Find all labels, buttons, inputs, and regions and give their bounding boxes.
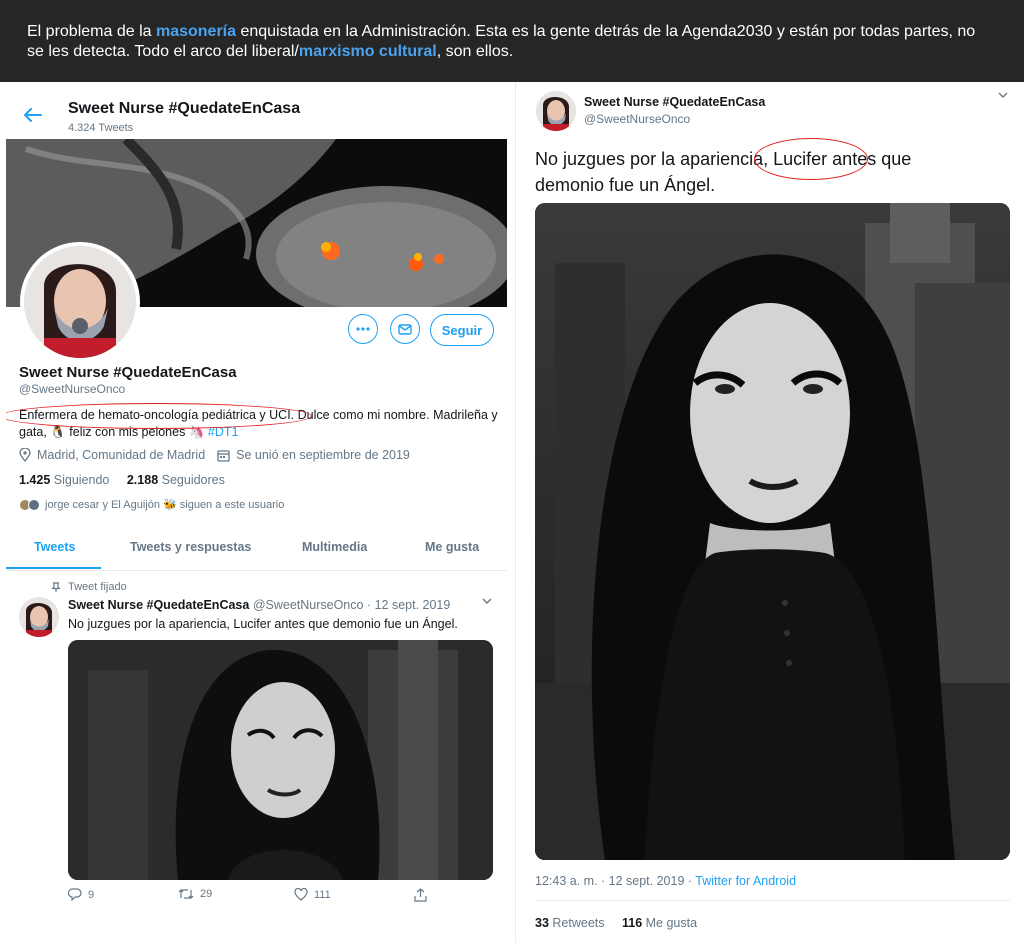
location-pin-icon xyxy=(19,448,31,462)
followers-count: 2.188 xyxy=(126,473,159,487)
profile-avatar[interactable] xyxy=(20,242,140,362)
caption-highlight-marxismo: marxismo cultural xyxy=(298,43,437,60)
share-action[interactable] xyxy=(414,888,427,902)
tweet-detail-source[interactable]: Twitter for Android xyxy=(695,874,796,888)
back-arrow-icon[interactable] xyxy=(24,108,42,122)
followed-by-text: jorge cesar y El Aguijón 🐝 siguen a este… xyxy=(45,499,285,511)
profile-name: Sweet Nurse #QuedateEnCasa xyxy=(19,364,237,381)
followers-label: Seguidores xyxy=(161,473,225,487)
tweet-detail-text: No juzgues por la apariencia, Lucifer an… xyxy=(535,149,912,195)
calendar-icon xyxy=(217,449,230,462)
profile-stats: 1.425 Siguiendo 2.188 Seguidores xyxy=(19,473,225,487)
tab-tweets[interactable]: Tweets xyxy=(34,540,75,554)
tweet-handle-date: @SweetNurseOnco · 12 sept. 2019 xyxy=(252,598,451,612)
likes-stat[interactable]: 116 Me gusta xyxy=(622,916,697,930)
tweet-detail-timestamp[interactable]: 12:43 a. m. · 12 sept. 2019 · xyxy=(535,874,695,888)
reply-action[interactable]: 9 xyxy=(68,888,94,901)
follow-button[interactable]: Seguir xyxy=(430,314,494,346)
tab-tweets-replies[interactable]: Tweets y respuestas xyxy=(130,540,251,554)
tweet-avatar[interactable] xyxy=(19,597,59,637)
profile-handle: @SweetNurseOnco xyxy=(19,382,126,396)
retweet-action[interactable]: 29 xyxy=(178,888,212,900)
following-count: 1.425 xyxy=(19,473,51,487)
tweet-detail-panel: Sweet Nurse #QuedateEnCasa @SweetNurseOn… xyxy=(516,82,1024,943)
profile-joined: Se unió en septiembre de 2019 xyxy=(236,448,410,462)
retweets-stat[interactable]: 33 Retweets xyxy=(535,916,605,930)
retweets-label: Retweets xyxy=(552,916,605,930)
tweet-text: No juzgues por la apariencia, Lucifer an… xyxy=(68,617,458,631)
tweet-detail-handle[interactable]: @SweetNurseOnco xyxy=(584,112,690,126)
tweet-header: Sweet Nurse #QuedateEnCasa @SweetNurseOn… xyxy=(68,598,450,612)
reply-icon xyxy=(68,888,82,901)
likes-label: Me gusta xyxy=(645,916,698,930)
pinned-label: Tweet fijado xyxy=(68,581,127,593)
message-button[interactable] xyxy=(390,314,420,344)
caption-banner: El problema de la masonería enquistada e… xyxy=(0,0,1024,82)
profile-tweet-count: 4.324 Tweets xyxy=(68,122,134,134)
share-icon xyxy=(414,888,427,902)
profile-location: Madrid, Comunidad de Madrid xyxy=(37,448,206,462)
retweet-count: 29 xyxy=(200,888,213,900)
followed-by[interactable]: jorge cesar y El Aguijón 🐝 siguen a este… xyxy=(19,498,284,511)
profile-panel: Sweet Nurse #QuedateEnCasa 4.324 Tweets xyxy=(6,82,507,943)
profile-bio-text: Enfermera de hemato-oncología pediátrica… xyxy=(19,408,498,439)
follower-avatars xyxy=(19,498,40,511)
following-link[interactable]: 1.425 Siguiendo xyxy=(19,473,109,487)
chevron-down-icon xyxy=(998,92,1008,98)
more-button[interactable] xyxy=(348,314,378,344)
likes-count: 116 xyxy=(621,916,643,930)
pin-icon xyxy=(52,582,60,592)
profile-bio-hashtag[interactable]: #DT1 xyxy=(208,425,239,439)
tab-media[interactable]: Multimedia xyxy=(302,540,367,554)
retweets-count: 33 xyxy=(535,916,549,930)
tweet-detail-meta: 12:43 a. m. · 12 sept. 2019 · Twitter fo… xyxy=(535,874,796,888)
like-action[interactable]: 111 xyxy=(294,888,331,901)
tab-likes[interactable]: Me gusta xyxy=(425,540,479,554)
profile-header-name: Sweet Nurse #QuedateEnCasa xyxy=(68,100,301,117)
profile-tabs: Tweets Tweets y respuestas Multimedia Me… xyxy=(6,530,507,571)
retweet-icon xyxy=(178,889,194,899)
profile-meta: Madrid, Comunidad de Madrid Se unió en s… xyxy=(19,448,410,462)
like-count: 111 xyxy=(314,888,331,901)
following-label: Siguiendo xyxy=(53,473,110,487)
envelope-icon xyxy=(398,323,412,335)
profile-bio: Enfermera de hemato-oncología pediátrica… xyxy=(19,407,499,441)
chevron-down-icon xyxy=(482,598,492,604)
followers-link[interactable]: 2.188 Seguidores xyxy=(127,473,225,487)
tweet-detail-photo[interactable] xyxy=(535,203,1010,860)
reply-count: 9 xyxy=(88,888,95,901)
tweet-detail-author-name[interactable]: Sweet Nurse #QuedateEnCasa xyxy=(584,95,765,109)
tweet-actions: 9 29 111 xyxy=(68,888,493,906)
more-icon xyxy=(356,327,370,331)
caption-highlight-masoneria: masonería xyxy=(155,23,237,40)
heart-icon xyxy=(294,888,308,901)
tweet-photo[interactable] xyxy=(68,640,493,880)
tweet-author-name[interactable]: Sweet Nurse #QuedateEnCasa xyxy=(68,598,249,612)
separator xyxy=(535,900,1010,901)
tweet-detail-avatar[interactable] xyxy=(536,91,576,131)
caption-text-3: , son ellos. xyxy=(436,43,514,60)
tweet-detail-stats: 33 Retweets 116 Me gusta xyxy=(535,916,697,930)
active-tab-indicator xyxy=(6,567,101,569)
caption-text-1: El problema de la xyxy=(27,23,156,40)
